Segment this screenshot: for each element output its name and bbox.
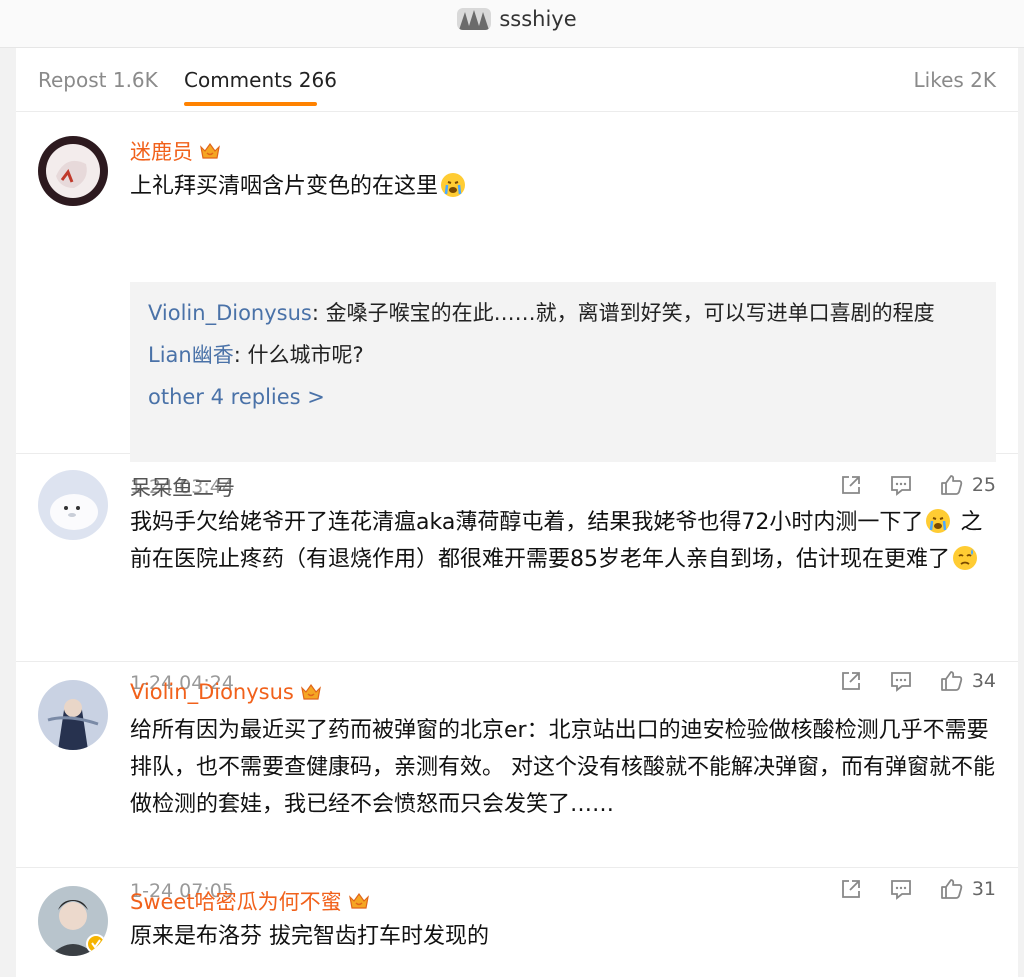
post-author[interactable]: ssshiye	[457, 7, 577, 31]
active-tab-indicator	[184, 102, 317, 106]
author-name[interactable]: ssshiye	[499, 7, 576, 31]
comment-username[interactable]: Sweet哈密瓜为何不蜜	[130, 886, 370, 916]
comment-text: 上礼拜买清咽含片变色的在这里	[130, 168, 1000, 205]
avatar[interactable]	[38, 886, 108, 956]
sad-sweat-emoji-icon	[953, 546, 977, 570]
vip-crown-icon	[300, 682, 322, 702]
top-bar: ssshiye	[0, 0, 1024, 48]
reply-username[interactable]: Lian幽香	[148, 343, 234, 367]
comment-username[interactable]: 呆呆鱼二号	[130, 472, 235, 502]
tab-likes[interactable]: Likes 2K	[914, 68, 997, 92]
reply-item: Lian幽香: 什么城市呢?	[148, 338, 978, 372]
comment-text: 原来是布洛芬 拔完智齿打车时发现的	[130, 924, 489, 949]
reply-box: Violin_Dionysus: 金嗓子喉宝的在此……就，离谱到好笑，可以写进单…	[130, 282, 996, 462]
tab-comments[interactable]: Comments 266	[184, 68, 337, 92]
author-avatar[interactable]	[457, 7, 492, 30]
crying-emoji-icon	[441, 173, 466, 197]
comment-item: 呆呆鱼二号 我妈手欠给姥爷开了连花清瘟aka薄荷醇屯着，结果我姥爷也得72小时内…	[16, 454, 1018, 694]
avatar[interactable]	[38, 470, 108, 540]
reply-username[interactable]: Violin_Dionysus	[148, 301, 312, 325]
comment-item: 迷鹿员 上礼拜买清咽含片变色的在这里 Violin_Dionysus: 金嗓子喉…	[16, 112, 1018, 498]
comment-item: Violin_Dionysus 给所有因为最近买了药而被弹窗的北京er：北京站出…	[16, 662, 1018, 902]
comment-username[interactable]: Violin_Dionysus	[130, 680, 322, 704]
crying-emoji-icon	[926, 509, 951, 533]
avatar[interactable]	[38, 136, 108, 206]
comment-text: 我妈手欠给姥爷开了连花清瘟aka薄荷醇屯着，结果我姥爷也得72小时内测一下了 之…	[130, 509, 983, 572]
reply-text: : 金嗓子喉宝的在此……就，离谱到好笑，可以写进单口喜剧的程度	[311, 301, 935, 325]
more-replies-link[interactable]: other 4 replies >	[148, 380, 978, 414]
comments-panel: Repost 1.6K Comments 266 Likes 2K 迷鹿员 上礼…	[16, 48, 1018, 977]
comment-username[interactable]: 迷鹿员	[130, 136, 221, 166]
reply-text: : 什么城市呢?	[233, 343, 364, 367]
comment-text: 给所有因为最近买了药而被弹窗的北京er：北京站出口的迪安检验做核酸检测几乎不需要…	[130, 718, 995, 817]
comment-item: Sweet哈密瓜为何不蜜 原来是布洛芬 拔完智齿打车时发现的	[16, 868, 1018, 977]
tab-bar: Repost 1.6K Comments 266 Likes 2K	[16, 48, 1018, 112]
vip-crown-icon	[348, 891, 370, 911]
reply-item: Violin_Dionysus: 金嗓子喉宝的在此……就，离谱到好笑，可以写进单…	[148, 296, 978, 330]
avatar[interactable]	[38, 680, 108, 750]
tab-repost[interactable]: Repost 1.6K	[38, 68, 158, 92]
vip-crown-icon	[199, 141, 221, 161]
